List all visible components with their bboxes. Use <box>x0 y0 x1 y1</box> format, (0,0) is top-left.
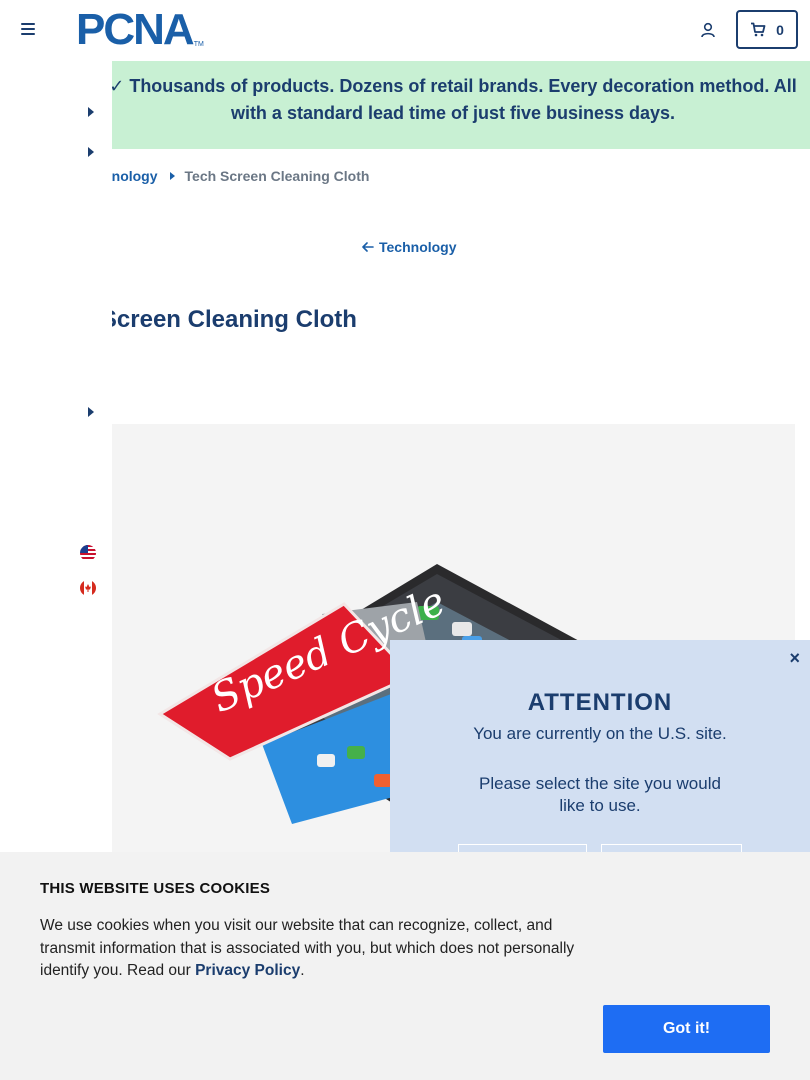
privacy-policy-link[interactable]: Privacy Policy <box>195 962 300 979</box>
cookie-period: . <box>300 962 305 979</box>
modal-title: ATTENTION <box>527 689 673 716</box>
cookie-body-text: We use cookies when you visit our websit… <box>40 917 575 979</box>
cookie-banner: THIS WEBSITE USES COOKIES We use cookies… <box>0 852 810 1080</box>
chevron-right-icon[interactable] <box>88 107 94 117</box>
modal-instruction: Please select the site you would like to… <box>479 774 721 815</box>
breadcrumb-separator-icon <box>169 172 175 180</box>
us-flag-icon[interactable] <box>80 545 96 561</box>
arrow-left-icon <box>362 242 374 252</box>
cart-count: 0 <box>776 21 784 38</box>
logo-text: PCNA <box>76 5 195 54</box>
chevron-right-icon[interactable] <box>88 407 94 417</box>
banner-text: ✓ Thousands of products. Dozens of retai… <box>109 76 797 123</box>
hamburger-menu-icon[interactable] <box>21 23 35 35</box>
user-icon[interactable] <box>700 22 716 38</box>
page: PCNA TM 0 ✓ Thousands of products. Dozen… <box>0 0 810 1080</box>
pcna-logo[interactable]: PCNA TM <box>76 5 204 54</box>
logo-trademark: TM <box>193 41 204 48</box>
promo-banner: ✓ Thousands of products. Dozens of retai… <box>0 61 810 149</box>
cart-icon <box>751 22 766 37</box>
back-to-category-link[interactable]: Technology <box>362 239 457 255</box>
accept-cookies-button[interactable]: Got it! <box>603 1005 770 1053</box>
breadcrumb: Technology Tech Screen Cleaning Cloth <box>80 167 369 185</box>
breadcrumb-current: Tech Screen Cleaning Cloth <box>184 168 370 184</box>
cart-button[interactable]: 0 <box>736 10 798 49</box>
close-icon[interactable]: × <box>789 648 800 669</box>
back-link-label: Technology <box>379 239 457 255</box>
canada-flag-icon[interactable] <box>80 580 96 596</box>
chevron-right-icon[interactable] <box>88 147 94 157</box>
modal-message: You are currently on the U.S. site. <box>473 724 727 743</box>
cookie-title: THIS WEBSITE USES COOKIES <box>40 880 271 897</box>
site-header: PCNA TM 0 <box>0 0 810 60</box>
cookie-message: We use cookies when you visit our websit… <box>40 915 600 983</box>
